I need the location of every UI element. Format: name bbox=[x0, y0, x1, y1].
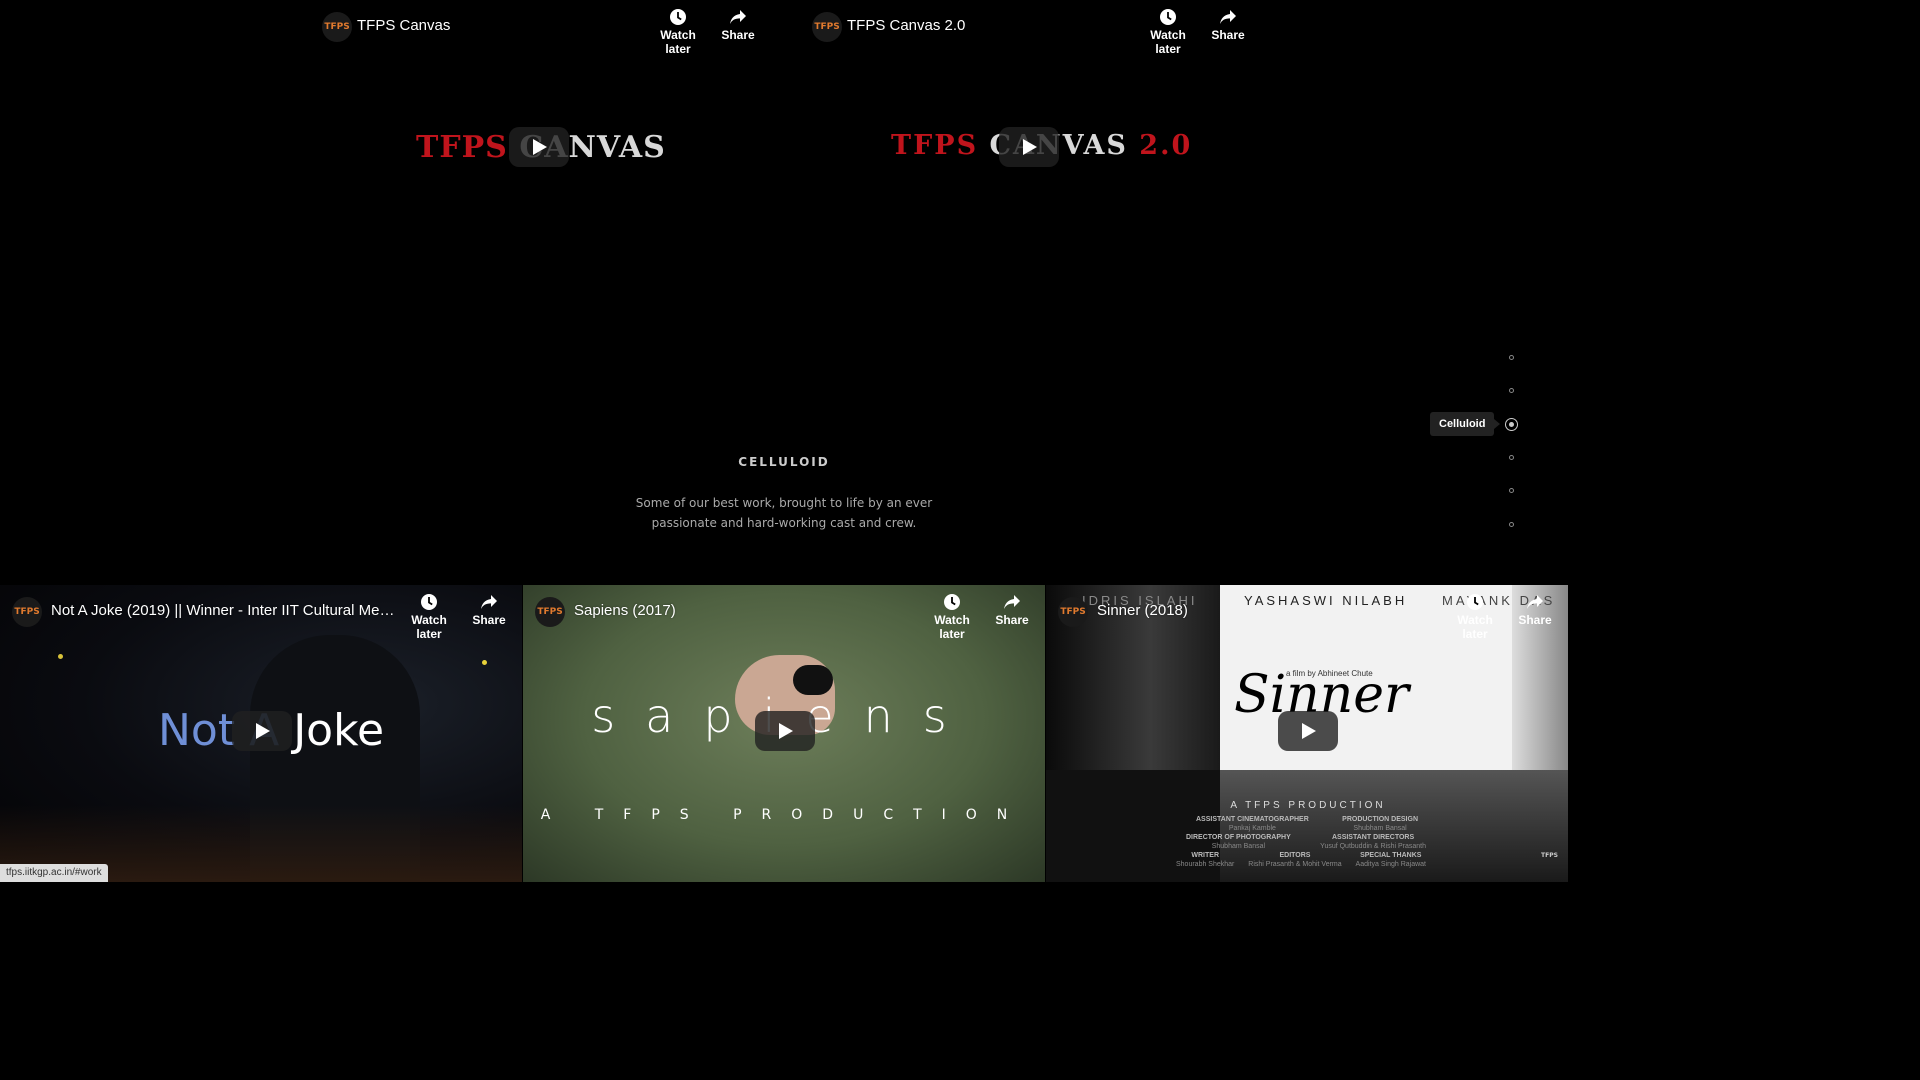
video-header: TFPS Not A Joke (2019) || Winner - Inter… bbox=[0, 585, 522, 645]
share-button[interactable]: Share bbox=[708, 8, 768, 42]
thumbnail-subtitle-text: A TFPS PRODUCTION bbox=[540, 807, 1028, 823]
channel-logo[interactable]: TFPS bbox=[1058, 597, 1088, 627]
video-embed-sinner[interactable]: IDRIS ISLAHI YASHASWI NILABH MAYANK DAS … bbox=[1046, 585, 1568, 882]
share-label: Share bbox=[995, 613, 1029, 627]
stage-light bbox=[58, 654, 63, 659]
video-title[interactable]: Not A Joke (2019) || Winner - Inter IIT … bbox=[51, 602, 396, 619]
video-title[interactable]: TFPS Canvas 2.0 bbox=[847, 17, 1127, 34]
video-embed-not-a-joke[interactable]: Not A Joke TFPS Not A Joke (2019) || Win… bbox=[0, 585, 522, 882]
clock-icon bbox=[944, 594, 960, 610]
share-icon bbox=[481, 595, 497, 609]
side-nav-dot[interactable] bbox=[1509, 355, 1514, 360]
play-button[interactable] bbox=[232, 711, 292, 751]
video-embed-tfps-canvas[interactable]: TFPS TFPS Canvas Watch later Share TFPS … bbox=[310, 0, 772, 290]
poster-credits: ASSISTANT CINEMATOGRAPHER Pankaj Kamble P… bbox=[1176, 816, 1426, 868]
video-embed-tfps-canvas-2[interactable]: TFPS TFPS Canvas 2.0 Watch later Share T… bbox=[800, 0, 1262, 290]
channel-logo[interactable]: TFPS bbox=[812, 12, 842, 42]
watch-later-button[interactable]: Watch later bbox=[1138, 8, 1198, 56]
video-header: TFPS TFPS Canvas Watch later Share bbox=[310, 0, 772, 60]
watch-later-button[interactable]: Watch later bbox=[922, 593, 982, 641]
channel-logo[interactable]: TFPS bbox=[12, 597, 42, 627]
play-button[interactable] bbox=[1278, 711, 1338, 751]
share-button[interactable]: Share bbox=[982, 593, 1042, 627]
share-label: Share bbox=[1518, 613, 1552, 627]
watch-later-label: Watch later bbox=[934, 613, 970, 641]
side-nav-dot[interactable] bbox=[1509, 522, 1514, 527]
side-nav-tooltip: Celluloid bbox=[1430, 412, 1501, 436]
clock-icon bbox=[1160, 9, 1176, 25]
share-label: Share bbox=[721, 28, 755, 42]
section-title: CELLULOID bbox=[738, 455, 830, 469]
clock-icon bbox=[1467, 594, 1483, 610]
video-header: TFPS Sapiens (2017) Watch later Share bbox=[523, 585, 1045, 645]
video-title[interactable]: Sapiens (2017) bbox=[574, 602, 914, 619]
side-nav-dot[interactable] bbox=[1509, 488, 1514, 493]
section-description: Some of our best work, brought to life b… bbox=[635, 496, 933, 530]
side-nav-dot[interactable] bbox=[1509, 388, 1514, 393]
poster-production: A TFPS PRODUCTION bbox=[1230, 800, 1386, 811]
clock-icon bbox=[421, 594, 437, 610]
video-header: TFPS Sinner (2018) Watch later Share bbox=[1046, 585, 1568, 645]
watch-later-label: Watch later bbox=[1150, 28, 1186, 56]
video-embed-sapiens[interactable]: sapiens A TFPS PRODUCTION TFPS Sapiens (… bbox=[523, 585, 1045, 882]
channel-watermark[interactable]: TFPS bbox=[1541, 853, 1559, 871]
video-title[interactable]: TFPS Canvas bbox=[357, 17, 637, 34]
share-label: Share bbox=[1211, 28, 1245, 42]
watch-later-label: Watch later bbox=[411, 613, 447, 641]
channel-logo[interactable]: TFPS bbox=[535, 597, 565, 627]
watch-later-label: Watch later bbox=[660, 28, 696, 56]
video-title[interactable]: Sinner (2018) bbox=[1097, 602, 1397, 619]
side-nav-dot[interactable] bbox=[1509, 455, 1514, 460]
share-icon bbox=[1527, 595, 1543, 609]
watch-later-button[interactable]: Watch later bbox=[1445, 593, 1505, 641]
channel-logo[interactable]: TFPS bbox=[322, 12, 352, 42]
share-icon bbox=[1220, 10, 1236, 24]
watch-later-label: Watch later bbox=[1457, 613, 1493, 641]
play-button[interactable] bbox=[999, 127, 1059, 167]
video-header: TFPS TFPS Canvas 2.0 Watch later Share bbox=[800, 0, 1262, 60]
watch-later-button[interactable]: Watch later bbox=[399, 593, 459, 641]
status-bar-url: tfps.iitkgp.ac.in/#work bbox=[0, 864, 108, 882]
side-nav-dot-active[interactable] bbox=[1505, 418, 1518, 431]
play-button[interactable] bbox=[509, 127, 569, 167]
clock-icon bbox=[670, 9, 686, 25]
stage-light bbox=[482, 660, 487, 665]
share-button[interactable]: Share bbox=[459, 593, 519, 627]
watch-later-button[interactable]: Watch later bbox=[648, 8, 708, 56]
share-icon bbox=[1004, 595, 1020, 609]
share-icon bbox=[730, 10, 746, 24]
share-button[interactable]: Share bbox=[1198, 8, 1258, 42]
share-label: Share bbox=[472, 613, 506, 627]
play-button[interactable] bbox=[755, 711, 815, 751]
share-button[interactable]: Share bbox=[1505, 593, 1565, 627]
